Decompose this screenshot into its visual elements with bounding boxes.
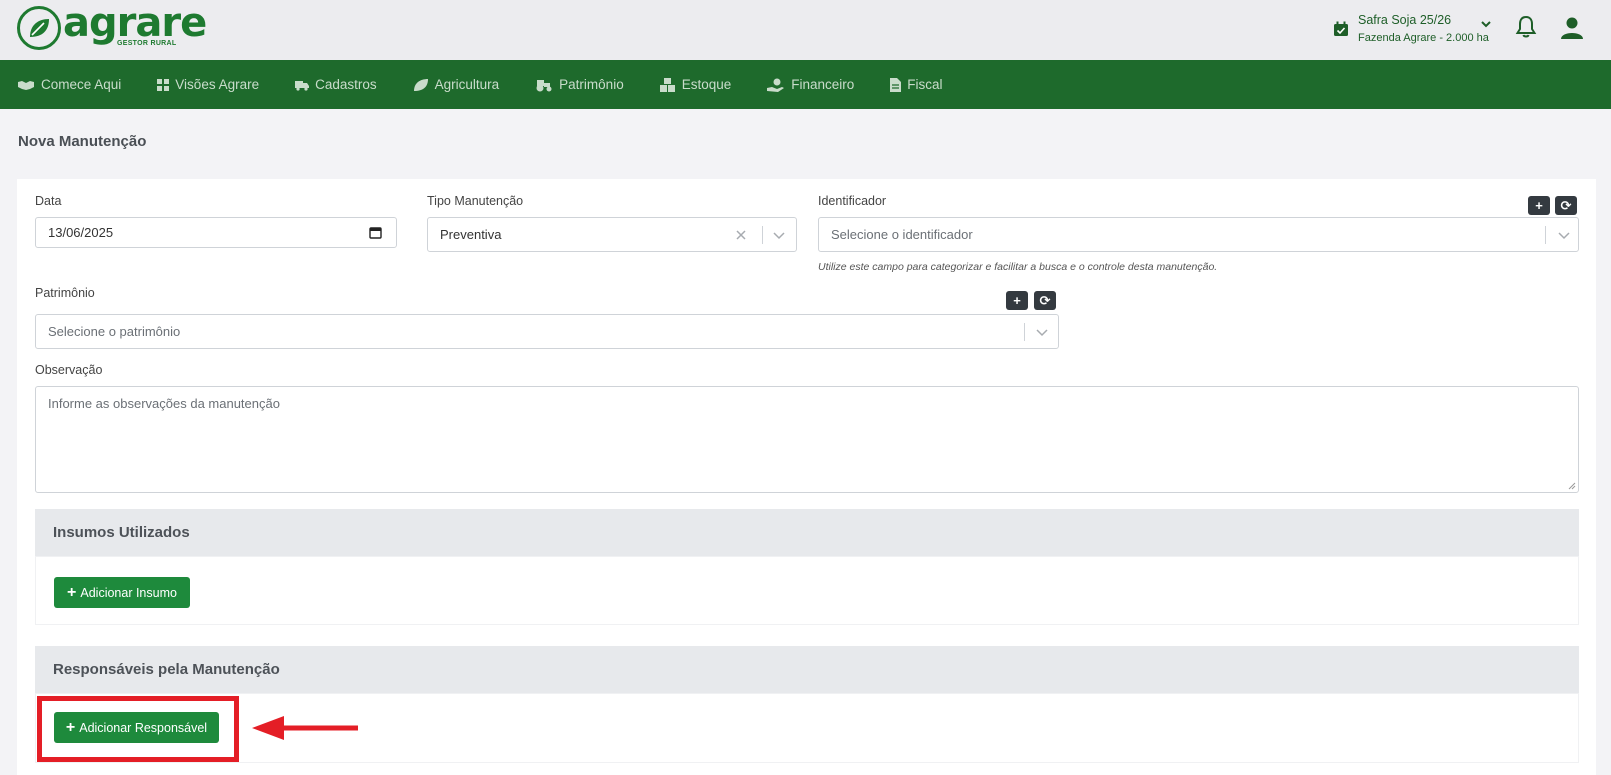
bell-icon[interactable] [1515, 15, 1537, 39]
insumos-title: Insumos Utilizados [53, 524, 190, 541]
insumos-panel-body [35, 556, 1579, 625]
nav-item-patrimonio[interactable]: Patrimônio [535, 60, 624, 109]
responsaveis-panel-header: Responsáveis pela Manutenção [35, 646, 1579, 693]
leaf-icon [413, 78, 428, 91]
identificador-placeholder: Selecione o identificador [831, 227, 973, 242]
nav-label: Comece Aqui [41, 77, 122, 92]
patrimonio-select[interactable]: Selecione o patrimônio [35, 314, 1059, 349]
refresh-identificador-button[interactable]: ⟳ [1555, 196, 1577, 215]
date-label: Data [35, 194, 62, 208]
chevron-down-icon[interactable] [773, 230, 785, 240]
observacao-textarea[interactable]: Informe as observações da manutenção [35, 386, 1579, 493]
resize-handle-icon[interactable] [1568, 482, 1576, 490]
tipo-manutencao-select[interactable]: Preventiva [427, 217, 797, 252]
tipo-manutencao-label: Tipo Manutenção [427, 194, 524, 208]
boxes-icon [659, 77, 675, 92]
handshake-icon [18, 80, 34, 90]
nav-label: Estoque [681, 77, 732, 92]
select-separator [762, 226, 763, 244]
observacao-label: Observação [35, 363, 103, 377]
leaf-logo-icon [17, 6, 61, 50]
main-nav: Comece Aqui Visões Agrare Cadastros Agri… [0, 60, 1611, 109]
nav-label: Agricultura [434, 77, 500, 92]
chevron-down-icon[interactable] [1480, 18, 1492, 30]
nav-item-agricultura[interactable]: Agricultura [413, 60, 500, 109]
select-separator [1024, 323, 1025, 341]
brand-logo[interactable]: agrare GESTOR RURAL [17, 0, 207, 50]
observacao-placeholder: Informe as observações da manutenção [48, 396, 280, 411]
chevron-down-icon[interactable] [1558, 230, 1570, 240]
farm-subtitle: Fazenda Agrare - 2.000 ha [1358, 32, 1489, 44]
nav-item-fiscal[interactable]: Fiscal [890, 60, 943, 109]
season-selector[interactable]: Safra Soja 25/26 Fazenda Agrare - 2.000 … [1333, 12, 1489, 46]
patrimonio-placeholder: Selecione o patrimônio [48, 324, 181, 339]
date-input[interactable]: 13/06/2025 [35, 217, 397, 248]
nav-item-visoes-agrare[interactable]: Visões Agrare [157, 60, 259, 109]
insumos-panel-header: Insumos Utilizados [35, 509, 1579, 556]
tipo-manutencao-value: Preventiva [440, 227, 502, 242]
nav-item-cadastros[interactable]: Cadastros [295, 60, 377, 109]
identificador-select[interactable]: Selecione o identificador [818, 217, 1579, 252]
nav-label: Financeiro [791, 77, 855, 92]
responsaveis-title: Responsáveis pela Manutenção [53, 661, 280, 678]
nav-item-financeiro[interactable]: Financeiro [767, 60, 854, 109]
calendar-icon [1334, 21, 1348, 36]
select-separator [1545, 226, 1546, 244]
nav-label: Cadastros [315, 77, 377, 92]
nav-label: Fiscal [907, 77, 943, 92]
annotation-arrow-icon [252, 716, 358, 740]
document-icon [890, 77, 902, 92]
season-title: Safra Soja 25/26 [1358, 13, 1452, 27]
identificador-label: Identificador [818, 194, 887, 208]
patrimonio-label: Patrimônio [35, 286, 95, 300]
hand-money-icon [767, 78, 785, 92]
truck-icon [295, 80, 310, 91]
add-insumo-button[interactable]: + Adicionar Insumo [54, 577, 190, 608]
top-bar: agrare GESTOR RURAL Safra Soja 25/26 Faz… [0, 0, 1611, 60]
nav-label: Visões Agrare [175, 77, 260, 92]
refresh-patrimonio-button[interactable]: ⟳ [1034, 291, 1056, 310]
plus-icon: + [67, 583, 77, 601]
add-identificador-button[interactable]: + [1528, 196, 1550, 215]
annotation-highlight-box [37, 696, 239, 762]
nav-item-estoque[interactable]: Estoque [659, 60, 732, 109]
date-value: 13/06/2025 [48, 225, 114, 240]
tractor-icon [536, 79, 552, 91]
user-avatar-icon[interactable] [1560, 16, 1584, 40]
chevron-down-icon[interactable] [1036, 327, 1048, 337]
clear-icon[interactable] [736, 230, 746, 240]
nav-label: Patrimônio [559, 77, 624, 92]
add-patrimonio-button[interactable]: + [1006, 291, 1028, 310]
page-title: Nova Manutenção [18, 133, 147, 150]
nav-item-comece-aqui[interactable]: Comece Aqui [17, 60, 121, 109]
dashboard-icon [157, 78, 170, 91]
brand-tagline: GESTOR RURAL [117, 40, 177, 47]
identificador-help-text: Utilize este campo para categorizar e fa… [818, 261, 1218, 273]
calendar-picker-icon[interactable] [369, 226, 382, 239]
add-insumo-label: Adicionar Insumo [80, 585, 177, 600]
